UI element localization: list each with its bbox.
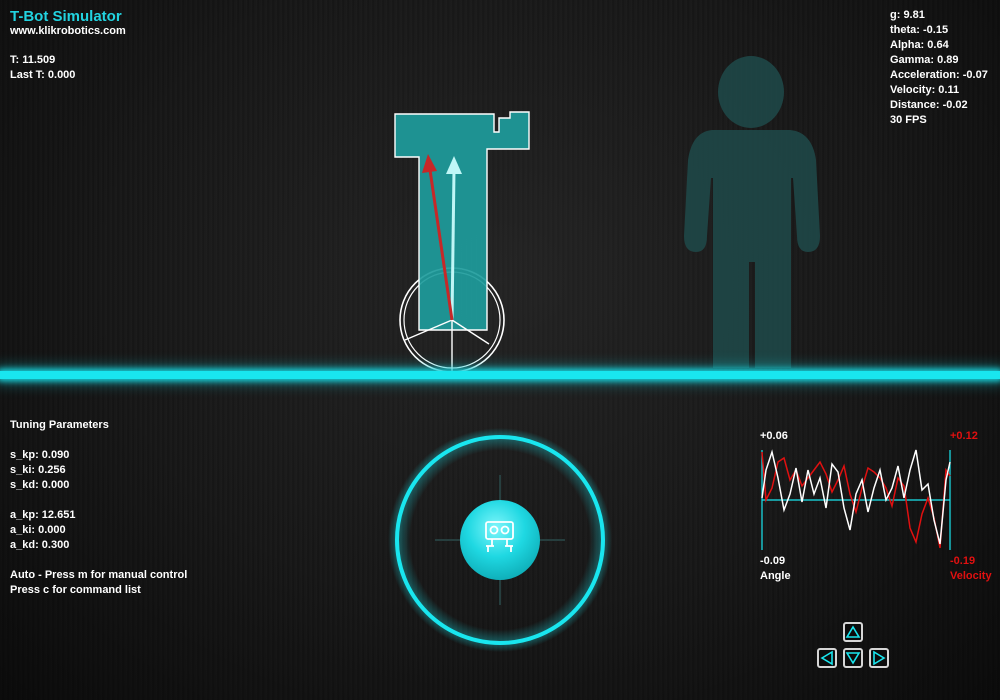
angle-legend: Angle bbox=[760, 570, 791, 582]
tuning-panel: Tuning Parameters s_kp: 0.090 s_ki: 0.25… bbox=[10, 418, 187, 598]
param-s-ki: s_ki: 0.256 bbox=[10, 464, 66, 476]
joystick[interactable] bbox=[388, 428, 612, 652]
command-list-hint: Press c for command list bbox=[10, 584, 141, 596]
velocity-legend: Velocity bbox=[950, 570, 992, 582]
param-s-kd: s_kd: 0.000 bbox=[10, 479, 70, 491]
arrow-right-icon bbox=[873, 650, 886, 666]
arrow-left-icon bbox=[820, 650, 833, 666]
arrow-up-icon bbox=[845, 625, 861, 638]
velocity-max-label: +0.12 bbox=[950, 430, 978, 442]
joystick-knob[interactable] bbox=[460, 500, 540, 580]
velocity-min-label: -0.19 bbox=[950, 555, 976, 567]
angle-max-label: +0.06 bbox=[760, 430, 788, 442]
control-mode-hint: Auto - Press m for manual control bbox=[10, 569, 188, 581]
arrow-up-key[interactable] bbox=[843, 622, 863, 642]
arrow-down-key[interactable] bbox=[843, 648, 863, 668]
arrow-down-icon bbox=[845, 652, 861, 665]
param-a-ki: a_ki: 0.000 bbox=[10, 524, 66, 536]
param-s-kp: s_kp: 0.090 bbox=[10, 449, 70, 461]
ground-line bbox=[0, 371, 1000, 379]
telemetry-graph bbox=[761, 449, 951, 550]
param-a-kp: a_kp: 12.651 bbox=[10, 509, 76, 521]
human-silhouette bbox=[684, 56, 820, 368]
robot-body bbox=[394, 111, 530, 331]
angle-trace bbox=[761, 449, 951, 545]
tuning-heading: Tuning Parameters bbox=[10, 419, 109, 431]
param-a-kd: a_kd: 0.300 bbox=[10, 539, 70, 551]
arrow-left-key[interactable] bbox=[817, 648, 837, 668]
angle-min-label: -0.09 bbox=[760, 555, 786, 567]
arrow-right-key[interactable] bbox=[869, 648, 889, 668]
